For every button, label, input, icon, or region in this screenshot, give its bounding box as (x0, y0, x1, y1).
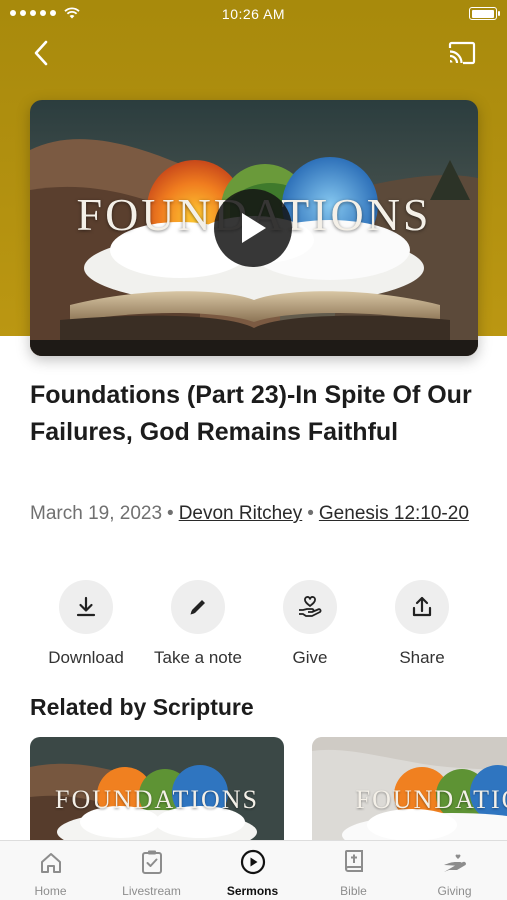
tab-sermons[interactable]: Sermons (202, 841, 303, 900)
related-section-title: Related by Scripture (30, 694, 254, 720)
take-note-button[interactable]: Take a note (142, 580, 254, 668)
tab-label: Home (34, 884, 67, 898)
tab-label: Livestream (122, 884, 181, 898)
sermon-title: Foundations (Part 23)-In Spite Of Our Fa… (30, 381, 472, 446)
chevron-left-icon (34, 40, 48, 66)
download-icon (76, 596, 96, 617)
play-icon (242, 213, 266, 243)
related-series-title-art: FOUNDATIONS (54, 785, 259, 814)
related-sermon-card[interactable]: FOUNDATIONS (30, 737, 284, 840)
back-button[interactable] (26, 36, 56, 70)
home-icon (40, 853, 61, 873)
tab-livestream[interactable]: Livestream (101, 841, 202, 900)
tab-bible[interactable]: Bible (303, 841, 404, 900)
play-button[interactable] (214, 189, 292, 267)
scripture-link[interactable]: Genesis 12:10-20 (319, 503, 469, 524)
livestream-icon (141, 850, 162, 874)
related-carousel[interactable]: FOUNDATIONS FOUNDATIO (30, 737, 507, 840)
sermon-date: March 19, 2023 (30, 503, 163, 524)
take-note-label: Take a note (154, 648, 242, 667)
tab-home[interactable]: Home (0, 841, 101, 900)
share-icon (412, 596, 432, 617)
cast-icon (448, 41, 476, 65)
bible-icon (344, 850, 363, 872)
sermon-meta: March 19, 2023 • Devon Ritchey • Genesis 12:… (30, 500, 470, 527)
related-sermon-card[interactable]: FOUNDATIO (312, 737, 507, 840)
cast-button[interactable] (445, 38, 479, 68)
sermon-video-player[interactable]: FOUNDATIONS (30, 100, 478, 356)
pencil-icon (190, 600, 205, 615)
battery-icon (469, 7, 500, 20)
download-button[interactable]: Download (30, 580, 142, 668)
give-label: Give (292, 648, 328, 667)
speaker-link[interactable]: Devon Ritchey (179, 503, 303, 524)
action-row: Download Take a note Give Share (30, 580, 477, 670)
give-heart-hand-icon (299, 596, 322, 617)
meta-separator: • (307, 503, 314, 524)
tab-label: Sermons (226, 884, 279, 898)
status-bar: 10:26 AM (0, 0, 507, 28)
sermons-play-icon (240, 849, 265, 875)
tab-label: Giving (437, 884, 472, 898)
tab-label: Bible (340, 884, 367, 898)
tab-giving[interactable]: Giving (404, 841, 505, 900)
give-button[interactable]: Give (254, 580, 366, 668)
share-label: Share (399, 648, 445, 667)
meta-separator: • (167, 503, 174, 524)
giving-icon (443, 854, 466, 872)
share-button[interactable]: Share (366, 580, 478, 668)
related-series-title-art: FOUNDATIO (355, 785, 507, 814)
status-time: 10:26 AM (221, 6, 286, 22)
download-label: Download (48, 648, 124, 667)
tab-bar: Home Livestream Sermons Bible Giving (0, 840, 507, 900)
